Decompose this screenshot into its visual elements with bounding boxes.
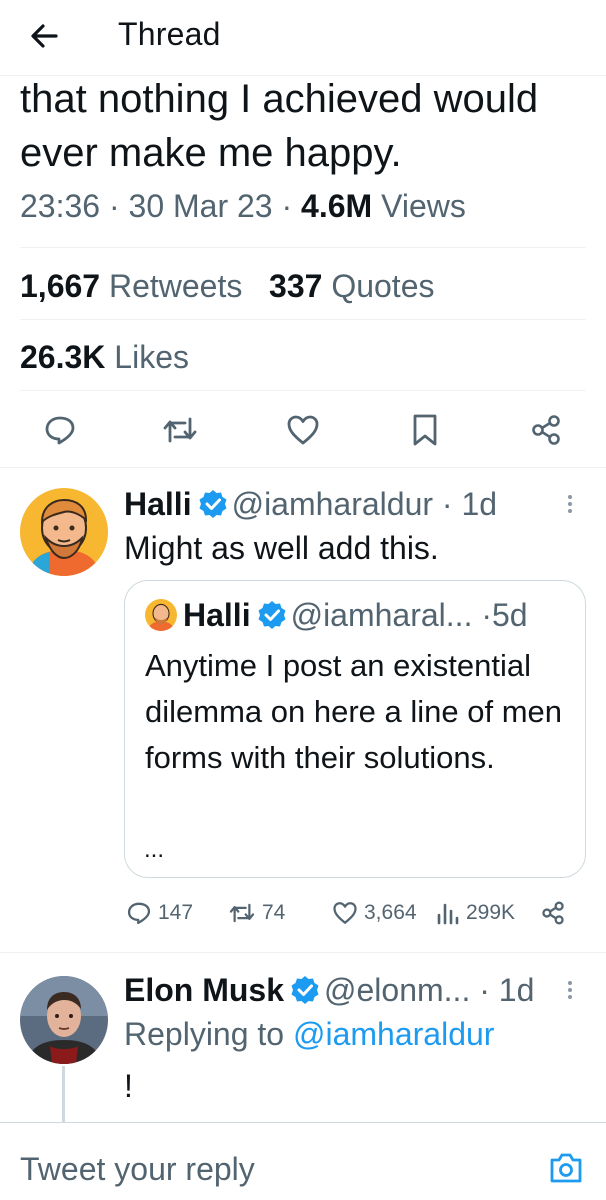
author-handle[interactable]: @elonm... bbox=[324, 972, 470, 1008]
author-name[interactable]: Elon Musk bbox=[124, 972, 284, 1008]
back-button[interactable] bbox=[26, 18, 66, 54]
retweet-count-button[interactable]: 74 bbox=[228, 896, 285, 930]
avatar[interactable] bbox=[20, 976, 108, 1064]
retweets-label: Retweets bbox=[108, 268, 243, 304]
replying-to-mention[interactable]: @iamharaldur bbox=[293, 1016, 494, 1052]
cartoon-avatar-icon bbox=[20, 488, 108, 576]
quotes-label: Quotes bbox=[331, 268, 435, 304]
views-chart-icon bbox=[437, 903, 459, 925]
tweet-meta: 23:36 · 30 Mar 23 · 4.6M Views bbox=[20, 188, 466, 225]
separator: · bbox=[479, 972, 490, 1008]
page-title: Thread bbox=[118, 16, 221, 52]
separator: · bbox=[108, 188, 120, 224]
retweets-stat[interactable]: 1,667 Retweets bbox=[20, 268, 242, 304]
quote-text: Anytime I post an existential dilemma on… bbox=[145, 648, 563, 775]
reply-icon bbox=[127, 902, 151, 925]
reply-author: Halli @iamharaldur · 1d bbox=[124, 486, 497, 523]
arrow-left-icon bbox=[31, 24, 58, 48]
like-icon bbox=[333, 902, 357, 924]
reply-author: Elon Musk @elonm... · 1d bbox=[124, 972, 534, 1009]
quotes-stat[interactable]: 337 Quotes bbox=[269, 268, 434, 304]
like-count: 3,664 bbox=[364, 901, 417, 924]
more-options-button[interactable] bbox=[560, 978, 580, 1008]
tweet-time: 23:36 bbox=[20, 188, 101, 224]
tweet-date: 30 Mar 23 bbox=[128, 188, 273, 224]
show-more-ellipsis[interactable]: ... bbox=[144, 836, 164, 864]
thread-connector-line bbox=[62, 1066, 65, 1122]
retweet-icon bbox=[163, 417, 197, 443]
share-icon bbox=[542, 901, 564, 925]
reply-count: 147 bbox=[158, 901, 194, 924]
reply-text: ! bbox=[124, 1068, 133, 1104]
reply-text: Might as well add this. bbox=[124, 530, 439, 566]
retweets-count: 1,667 bbox=[20, 268, 101, 304]
verified-badge-icon bbox=[199, 490, 227, 518]
top-bar: Thread bbox=[0, 0, 606, 76]
bookmark-button[interactable] bbox=[405, 410, 445, 450]
reply-button[interactable] bbox=[40, 410, 80, 450]
camera-button[interactable] bbox=[548, 1151, 584, 1185]
divider bbox=[20, 247, 586, 248]
tweet-text: that nothing I achieved would ever make … bbox=[20, 77, 539, 175]
verified-badge-icon bbox=[291, 976, 319, 1004]
quote-author: Halli @iamharal... ·5d bbox=[145, 597, 528, 634]
quotes-count: 337 bbox=[269, 268, 323, 304]
separator: · bbox=[281, 188, 293, 224]
like-icon bbox=[287, 415, 319, 445]
retweet-icon bbox=[229, 903, 255, 923]
quote-author-name: Halli bbox=[183, 597, 251, 633]
views-label[interactable]: Views bbox=[381, 188, 466, 224]
likes-count: 26.3K bbox=[20, 339, 106, 375]
divider bbox=[20, 390, 586, 391]
replying-to: Replying to @iamharaldur bbox=[124, 1016, 494, 1053]
reply-icon bbox=[45, 416, 75, 445]
retweet-count: 74 bbox=[262, 901, 286, 924]
share-button[interactable] bbox=[540, 896, 572, 930]
post-age: 1d bbox=[461, 486, 498, 522]
camera-icon bbox=[550, 1153, 582, 1183]
quoted-tweet-card[interactable]: Halli @iamharal... ·5d Anytime I post an … bbox=[124, 580, 586, 878]
profile-photo-icon bbox=[20, 976, 108, 1064]
reply-count-button[interactable]: 147 bbox=[126, 896, 193, 930]
author-name[interactable]: Halli bbox=[124, 486, 192, 522]
divider bbox=[0, 467, 606, 468]
more-options-button[interactable] bbox=[560, 492, 580, 522]
likes-stat[interactable]: 26.3K Likes bbox=[20, 339, 189, 376]
quote-author-handle: @iamharal... bbox=[290, 597, 473, 633]
quote-age: 5d bbox=[492, 597, 528, 633]
reply-input[interactable]: Tweet your reply bbox=[20, 1151, 255, 1188]
views-count: 299K bbox=[466, 901, 516, 924]
views-count-button[interactable]: 299K bbox=[436, 896, 515, 930]
cartoon-avatar-icon bbox=[145, 599, 177, 631]
verified-badge-icon bbox=[258, 601, 286, 629]
author-handle[interactable]: @iamharaldur bbox=[232, 486, 433, 522]
avatar[interactable] bbox=[20, 488, 108, 576]
retweet-quote-stats: 1,667 Retweets 337 Quotes bbox=[20, 268, 434, 305]
separator: · bbox=[481, 597, 492, 633]
likes-label: Likes bbox=[114, 339, 189, 375]
share-button[interactable] bbox=[526, 410, 566, 450]
like-count-button[interactable]: 3,664 bbox=[332, 896, 417, 930]
avatar bbox=[145, 599, 177, 631]
bookmark-icon bbox=[413, 414, 437, 446]
retweet-button[interactable] bbox=[160, 410, 200, 450]
views-count[interactable]: 4.6M bbox=[301, 188, 372, 224]
post-age: 1d bbox=[498, 972, 535, 1008]
separator: · bbox=[441, 486, 453, 522]
divider bbox=[20, 319, 586, 320]
reply-composer: Tweet your reply bbox=[0, 1122, 606, 1200]
share-icon bbox=[532, 415, 560, 445]
like-button[interactable] bbox=[283, 410, 323, 450]
divider bbox=[0, 952, 606, 953]
replying-to-label: Replying to bbox=[124, 1016, 285, 1052]
